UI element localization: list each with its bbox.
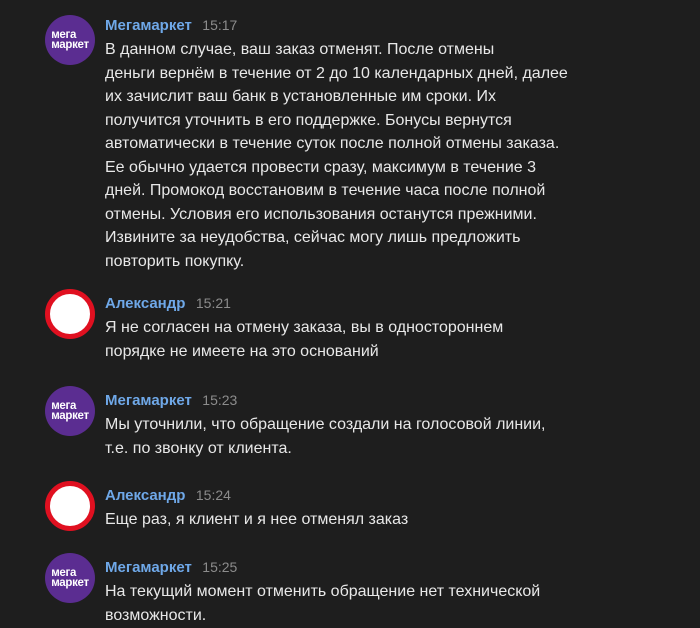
logo-line-2: маркет — [51, 410, 89, 422]
message-line: На текущий момент отменить обращение нет… — [105, 583, 541, 600]
author-name[interactable]: Александр — [105, 487, 185, 504]
megamarket-avatar[interactable]: мега маркет — [45, 553, 95, 603]
author-name[interactable]: Мегамаркет — [105, 17, 192, 34]
message-line: Извините за неудобства, сейчас могу лишь… — [105, 229, 521, 246]
message-header: Мегамаркет 15:17 — [105, 15, 237, 35]
message-line: получится уточнить в его поддержке. Бону… — [105, 111, 512, 129]
author-name[interactable]: Мегамаркет — [105, 392, 192, 409]
message-line: отмены. Условия его использования остану… — [105, 205, 537, 223]
megamarket-logo: мега маркет — [51, 400, 89, 422]
user-avatar-redacted[interactable] — [45, 289, 95, 339]
message-text: На текущий момент отменить обращение нет… — [105, 580, 605, 627]
message-time: 15:24 — [195, 487, 231, 503]
message-line: порядке не имеете на это оснований — [105, 342, 379, 360]
logo-line-2: маркет — [51, 39, 89, 51]
message-time: 15:21 — [195, 295, 231, 311]
message-line: их зачислит ваш банк в установленные им … — [105, 88, 496, 105]
author-name[interactable]: Мегамаркет — [105, 559, 192, 576]
megamarket-logo: мега маркет — [51, 567, 89, 589]
message-line: повторить покупку. — [105, 252, 245, 270]
message-text: Еще раз, я клиент и я нее отменял заказ — [105, 508, 605, 532]
megamarket-logo: мега маркет — [51, 29, 89, 51]
message-time: 15:17 — [202, 17, 238, 33]
message-line: Я не согласен на отмену заказа, вы в одн… — [105, 319, 504, 336]
message-line: деньги вернём в течение от 2 до 10 кален… — [105, 64, 568, 82]
message-text: Я не согласен на отмену заказа, вы в одн… — [105, 316, 605, 363]
user-avatar-redacted[interactable] — [45, 481, 95, 531]
message-line: В данном случае, ваш заказ отменят. Посл… — [105, 41, 495, 58]
message-line: возможности. — [105, 606, 207, 624]
message-header: Мегамаркет 15:23 — [105, 390, 237, 410]
message-line: Еще раз, я клиент и я нее отменял заказ — [105, 511, 409, 528]
message-header: Мегамаркет 15:25 — [105, 557, 237, 577]
megamarket-avatar[interactable]: мега маркет — [45, 386, 95, 436]
message-text: Мы уточнили, что обращение создали на го… — [105, 413, 605, 460]
message-line: Ее обычно удается провести сразу, максим… — [105, 158, 537, 176]
message-header: Александр 15:24 — [105, 485, 231, 505]
author-name[interactable]: Александр — [105, 295, 185, 312]
message-line: Мы уточнили, что обращение создали на го… — [105, 416, 546, 433]
message-header: Александр 15:21 — [105, 293, 231, 313]
message-line: дней. Промокод восстановим в течение час… — [105, 182, 546, 199]
message-time: 15:25 — [202, 559, 238, 575]
message-line: автоматически в течение суток после полн… — [105, 135, 560, 152]
message-time: 15:23 — [202, 392, 238, 408]
logo-line-2: маркет — [51, 577, 89, 589]
megamarket-avatar[interactable]: мега маркет — [45, 15, 95, 65]
message-text: В данном случае, ваш заказ отменят. Посл… — [105, 38, 605, 273]
chat-history: мега маркет Мегамаркет 15:17 В данном сл… — [0, 0, 700, 628]
message-line: т.е. по звонку от клиента. — [105, 439, 292, 457]
